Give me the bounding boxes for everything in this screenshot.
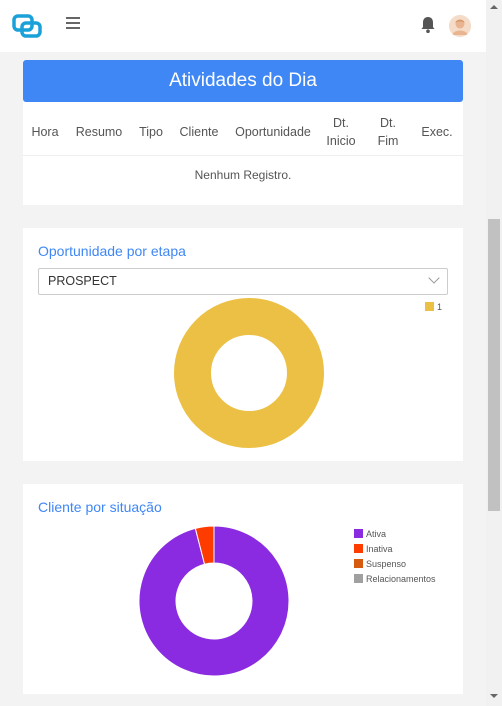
client-card: Cliente por situação Ativa Inativa Suspens… [23,484,463,694]
col-resumo: Resumo [75,125,123,139]
col-exec: Exec. [421,125,453,139]
empty-message: Nenhum Registro. [194,168,292,182]
legend-swatch [425,302,434,311]
bell-icon[interactable] [420,16,436,34]
hamburger-icon[interactable] [66,17,80,31]
logo-icon[interactable] [12,13,42,39]
legend-label: Inativa [366,544,393,554]
col-dt-fim: Dt. Fim [377,116,399,148]
col-dt-inicio: Dt. Inicio [326,116,356,148]
legend-swatch [354,559,363,568]
legend-label: Suspenso [366,559,407,569]
legend-swatch [354,529,363,538]
legend-label: Ativa [366,529,387,539]
legend-label: 1 [437,302,443,312]
legend-item-inativa[interactable]: Inativa [354,544,393,554]
scrollbar-thumb[interactable] [488,219,500,511]
legend-item-ativa[interactable]: Ativa [354,529,386,539]
legend-label: Relacionamentos [366,574,436,584]
table-header: Hora Resumo Tipo Cliente Oportunidade Dt… [23,108,463,156]
scroll-down-arrow-icon[interactable] [490,694,498,698]
opportunity-card: Oportunidade por etapa PROSPECT 1 [23,228,463,461]
slice-1[interactable] [174,298,324,448]
client-donut-chart [138,525,290,677]
opportunity-donut-chart [174,298,324,448]
col-hora: Hora [31,125,59,139]
col-cliente: Cliente [179,125,219,139]
scroll-up-arrow-icon[interactable] [490,5,498,9]
col-oportunidade: Oportunidade [235,125,311,139]
main-content: Atividades do Dia Hora Resumo Tipo Clien… [0,52,486,706]
legend-swatch [354,574,363,583]
legend-item-suspenso[interactable]: Suspenso [354,559,406,569]
activities-title: Atividades do Dia [23,60,463,102]
top-navbar [0,0,486,52]
avatar[interactable] [449,15,471,37]
legend-item-1[interactable]: 1 [425,302,442,312]
activities-card: Atividades do Dia Hora Resumo Tipo Clien… [23,60,463,205]
legend-item-relacionamentos[interactable]: Relacionamentos [354,574,436,584]
scrollbar[interactable] [486,0,502,706]
col-tipo: Tipo [139,125,163,139]
legend-swatch [354,544,363,553]
